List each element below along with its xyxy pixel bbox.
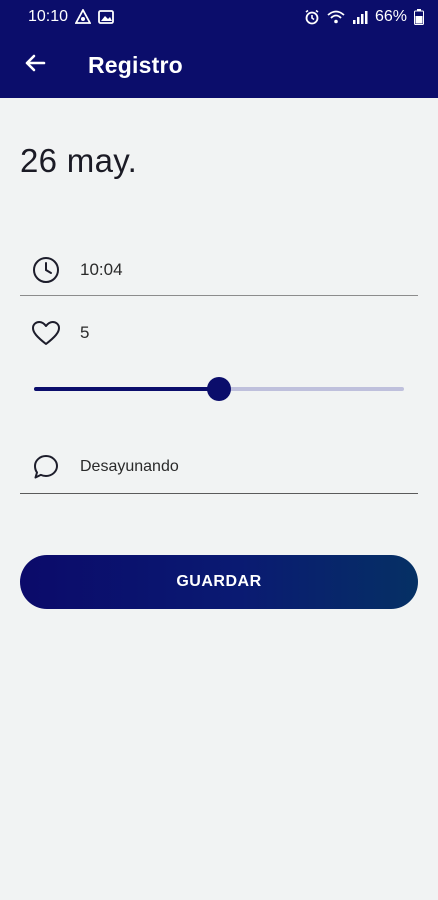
mood-slider[interactable]: [34, 377, 404, 401]
slider-fill: [34, 387, 219, 391]
mood-value: 5: [80, 323, 90, 342]
status-bar: 10:10 66%: [0, 0, 438, 33]
signal-icon: [352, 9, 368, 25]
alarm-icon: [304, 9, 320, 25]
heart-icon: [20, 320, 72, 346]
time-field[interactable]: 10:04: [20, 244, 418, 296]
slider-thumb[interactable]: [207, 377, 231, 401]
status-bar-left: 10:10: [28, 8, 114, 26]
entry-date: 26 may.: [20, 142, 138, 179]
battery-percent: 66%: [374, 7, 407, 25]
back-button[interactable]: [0, 33, 70, 98]
arrow-left-icon: [23, 51, 47, 80]
comment-icon: [20, 453, 72, 481]
status-bar-right: 66%: [304, 8, 424, 26]
save-button[interactable]: GUARDAR: [20, 555, 418, 609]
clock-icon: [20, 256, 72, 284]
battery-icon: [414, 8, 424, 25]
page-title: Registro: [88, 52, 183, 78]
note-field[interactable]: Desayunando: [20, 440, 418, 494]
time-value: 10:04: [80, 259, 123, 279]
note-value: Desayunando: [80, 457, 179, 475]
app-bar: Registro: [0, 33, 438, 98]
wifi-icon: [327, 9, 345, 25]
image-icon: [98, 9, 114, 25]
mood-field: 5: [20, 314, 418, 352]
status-time: 10:10: [28, 7, 69, 25]
sync-icon: [75, 8, 92, 25]
